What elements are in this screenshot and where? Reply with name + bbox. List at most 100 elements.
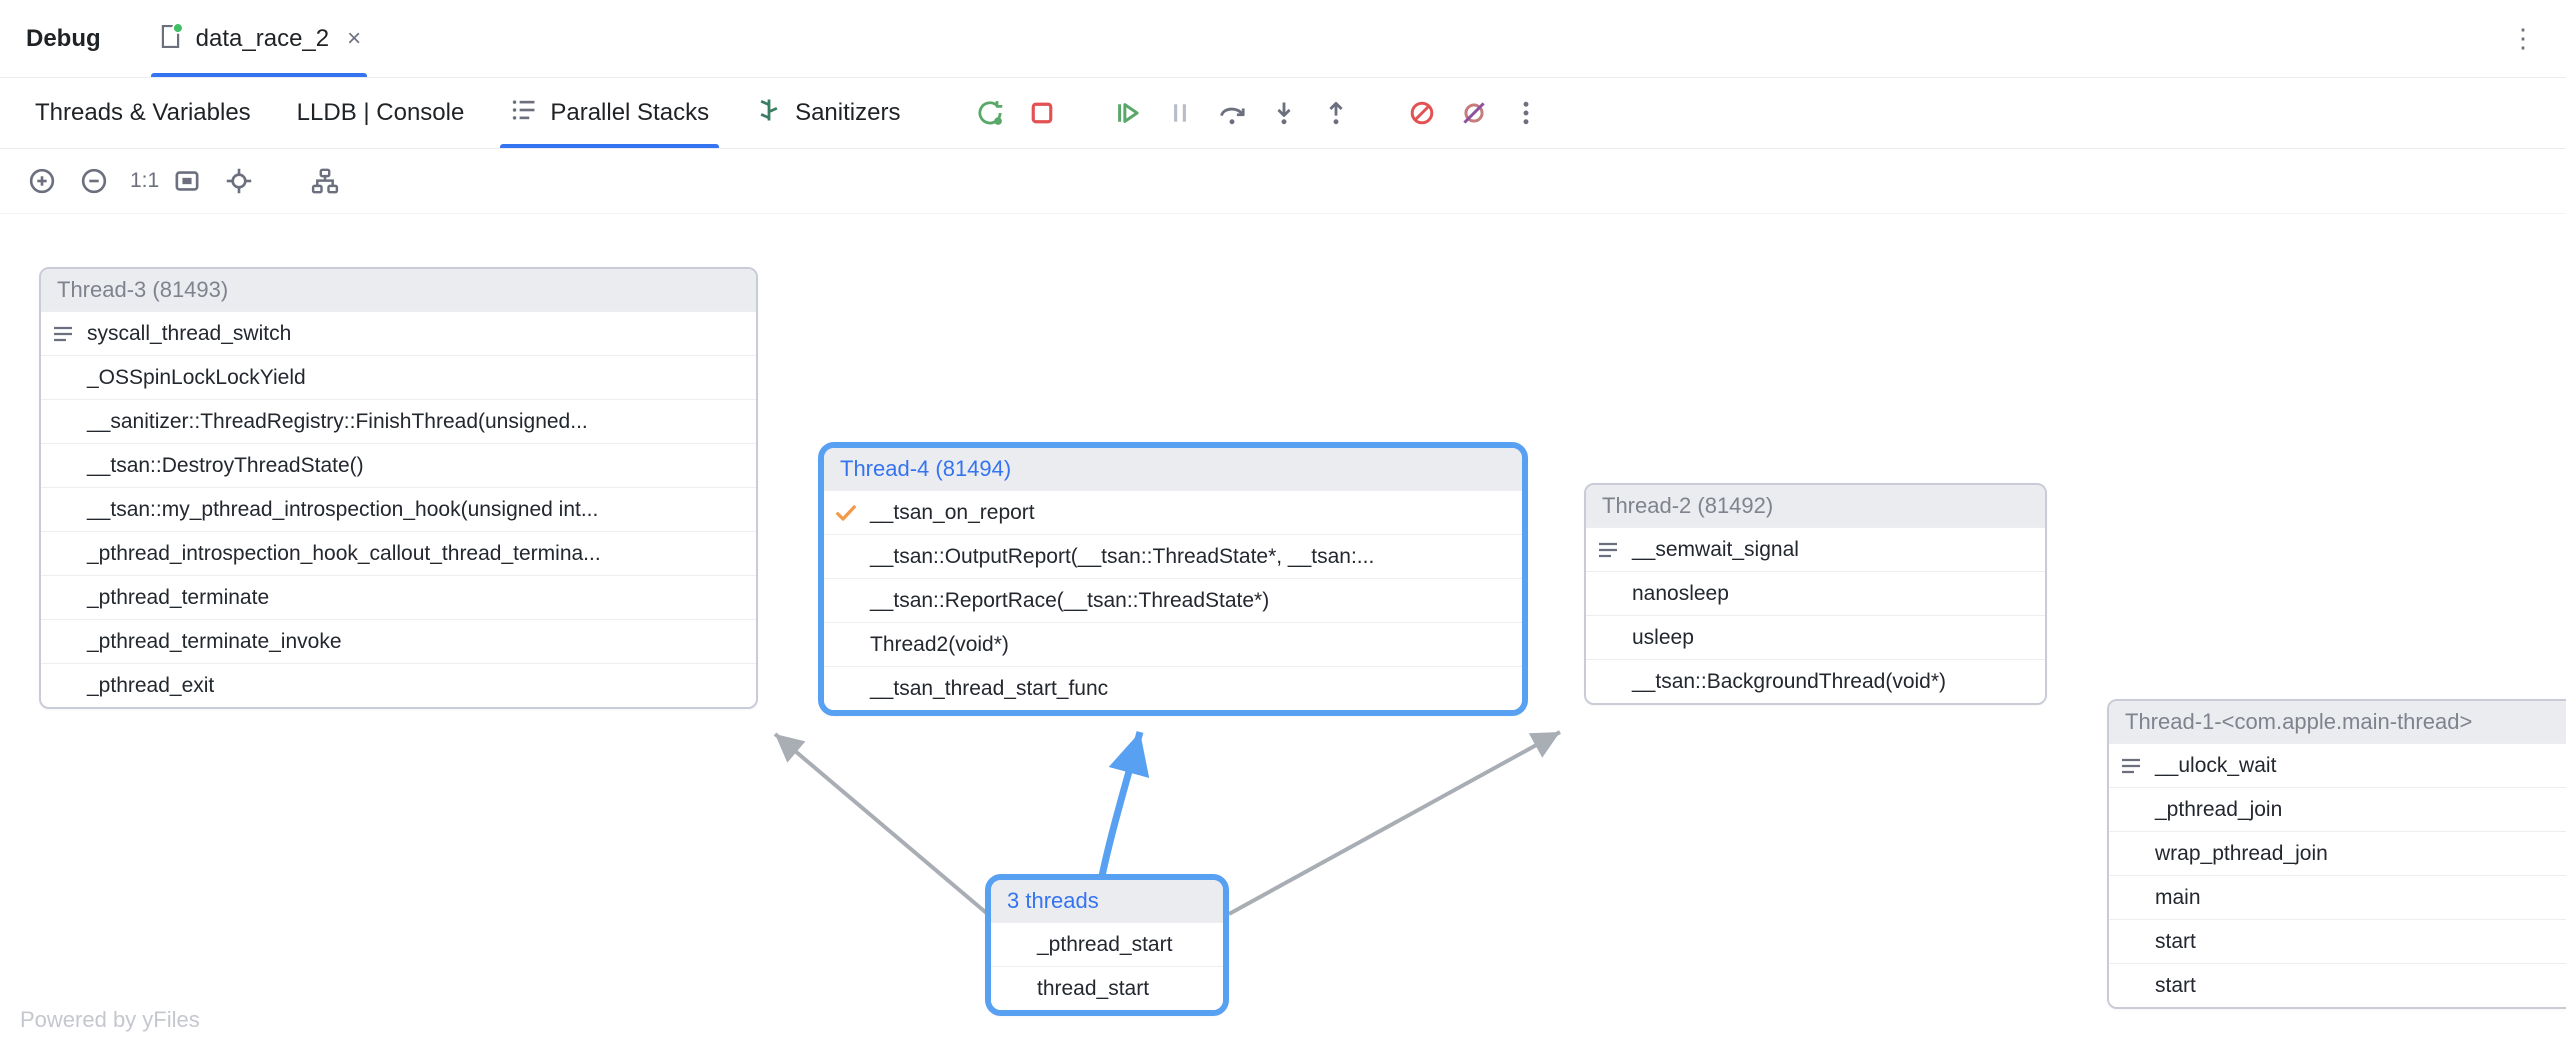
stack-frame[interactable]: __ulock_wait xyxy=(2109,743,2566,787)
frames-group-icon xyxy=(1596,538,1620,562)
rerun-button[interactable] xyxy=(968,91,1012,135)
frame-label: _pthread_terminate xyxy=(87,586,269,610)
threads-group-node[interactable]: 3 threads _pthread_start thread_start xyxy=(985,874,1229,1016)
pause-button[interactable] xyxy=(1158,91,1202,135)
stack-frame[interactable]: _pthread_join xyxy=(2109,787,2566,831)
stack-frame[interactable]: nanosleep xyxy=(1586,571,2045,615)
stack-frame[interactable]: __tsan_on_report xyxy=(824,490,1522,534)
stack-frame[interactable]: main xyxy=(2109,875,2566,919)
stack-frame[interactable]: _pthread_terminate xyxy=(41,575,756,619)
step-over-button[interactable] xyxy=(1210,91,1254,135)
thread-node-thread3[interactable]: Thread-3 (81493) syscall_thread_switch _… xyxy=(39,267,758,709)
stack-frame[interactable]: __sanitizer::ThreadRegistry::FinishThrea… xyxy=(41,399,756,443)
mute-breakpoints-button[interactable] xyxy=(1452,91,1496,135)
frame-label: __semwait_signal xyxy=(1632,538,1799,562)
resume-button[interactable] xyxy=(1106,91,1150,135)
debugger-tab-strip: Threads & Variables LLDB | Console Paral… xyxy=(0,78,2566,149)
thread-node-thread4[interactable]: Thread-4 (81494) __tsan_on_report __tsan… xyxy=(818,442,1528,716)
frames-group-icon xyxy=(51,322,75,346)
stack-frame[interactable]: __tsan::ReportRace(__tsan::ThreadState*) xyxy=(824,578,1522,622)
stack-frame[interactable]: syscall_thread_switch xyxy=(41,311,756,355)
tab-label: Parallel Stacks xyxy=(550,99,709,127)
parallel-stacks-icon xyxy=(510,96,538,131)
edge-threads-to-thread4 xyxy=(1102,732,1140,876)
thread-node-title: Thread-1-<com.apple.main-thread> xyxy=(2109,701,2566,743)
frame-label: Thread2(void*) xyxy=(870,633,1009,657)
tab-label: LLDB | Console xyxy=(297,99,465,127)
header-more-icon[interactable]: ⋮ xyxy=(2480,23,2566,54)
frame-label: _pthread_start xyxy=(1037,933,1172,957)
stack-frame[interactable]: wrap_pthread_join xyxy=(2109,831,2566,875)
frame-label: wrap_pthread_join xyxy=(2155,842,2328,866)
stack-frame[interactable]: __semwait_signal xyxy=(1586,527,2045,571)
stack-frame[interactable]: __tsan::OutputReport(__tsan::ThreadState… xyxy=(824,534,1522,578)
frame-label: _pthread_introspection_hook_callout_thre… xyxy=(87,542,601,566)
layout-graph-icon[interactable] xyxy=(303,159,347,203)
view-breakpoints-button[interactable] xyxy=(1400,91,1444,135)
parallel-stacks-canvas[interactable]: Thread-3 (81493) syscall_thread_switch _… xyxy=(0,214,2566,1045)
frame-label: main xyxy=(2155,886,2201,910)
threads-group-title: 3 threads xyxy=(991,880,1223,922)
stack-frame[interactable]: usleep xyxy=(1586,615,2045,659)
stack-frame[interactable]: _OSSpinLockLockYield xyxy=(41,355,756,399)
thread-node-title: Thread-3 (81493) xyxy=(41,269,756,311)
frame-label: __tsan::ReportRace(__tsan::ThreadState*) xyxy=(870,589,1269,613)
frame-label: __tsan_on_report xyxy=(870,501,1035,525)
toolwindow-title: Debug xyxy=(26,25,101,53)
frame-label: _pthread_exit xyxy=(87,674,214,698)
frame-label: syscall_thread_switch xyxy=(87,322,291,346)
stop-button[interactable] xyxy=(1020,91,1064,135)
tab-sanitizers[interactable]: Sanitizers xyxy=(743,78,912,148)
zoom-out-icon[interactable] xyxy=(72,159,116,203)
frame-label: nanosleep xyxy=(1632,582,1729,606)
step-out-button[interactable] xyxy=(1314,91,1358,135)
file-icon xyxy=(157,23,184,55)
edge-threads-to-thread3 xyxy=(775,734,990,916)
fit-content-icon[interactable] xyxy=(165,159,209,203)
stack-frame[interactable]: _pthread_terminate_invoke xyxy=(41,619,756,663)
frame-label: _pthread_terminate_invoke xyxy=(87,630,342,654)
thread-node-thread1[interactable]: Thread-1-<com.apple.main-thread> __ulock… xyxy=(2107,699,2566,1009)
center-graph-icon[interactable] xyxy=(217,159,261,203)
stack-frame[interactable]: _pthread_introspection_hook_callout_thre… xyxy=(41,531,756,575)
zoom-in-icon[interactable] xyxy=(20,159,64,203)
stack-frame[interactable]: Thread2(void*) xyxy=(824,622,1522,666)
stack-frame[interactable]: _pthread_exit xyxy=(41,663,756,707)
tab-label: Threads & Variables xyxy=(35,99,251,127)
tab-threads-variables[interactable]: Threads & Variables xyxy=(23,78,263,148)
powered-by-yfiles-label: Powered by yFiles xyxy=(20,1007,200,1033)
frame-label: __tsan_thread_start_func xyxy=(870,677,1108,701)
stack-frame[interactable]: start xyxy=(2109,963,2566,1007)
current-frame-check-icon xyxy=(834,501,858,525)
frame-label: __tsan::OutputReport(__tsan::ThreadState… xyxy=(870,545,1374,569)
debug-toolwindow-header: Debug data_race_2 × ⋮ xyxy=(0,0,2566,78)
frame-label: __tsan::DestroyThreadState() xyxy=(87,454,364,478)
frame-label: thread_start xyxy=(1037,977,1149,1001)
thread-node-title: Thread-4 (81494) xyxy=(824,448,1522,490)
tab-lldb-console[interactable]: LLDB | Console xyxy=(285,78,477,148)
debug-session-tab[interactable]: data_race_2 × xyxy=(147,0,371,77)
stack-frame[interactable]: __tsan::BackgroundThread(void*) xyxy=(1586,659,2045,703)
frame-label: __tsan::my_pthread_introspection_hook(un… xyxy=(87,498,598,522)
frame-label: _OSSpinLockLockYield xyxy=(87,366,306,390)
frame-label: _pthread_join xyxy=(2155,798,2282,822)
frame-label: start xyxy=(2155,930,2196,954)
thread-node-thread2[interactable]: Thread-2 (81492) __semwait_signal nanosl… xyxy=(1584,483,2047,705)
stack-frame[interactable]: __tsan_thread_start_func xyxy=(824,666,1522,710)
graph-toolbar: 1:1 xyxy=(0,149,2566,214)
frame-label: usleep xyxy=(1632,626,1694,650)
toolbar-more-icon[interactable] xyxy=(1504,91,1548,135)
zoom-actual-size[interactable]: 1:1 xyxy=(124,169,165,193)
stack-frame[interactable]: start xyxy=(2109,919,2566,963)
frame-label: start xyxy=(2155,974,2196,998)
tab-label: Sanitizers xyxy=(795,99,900,127)
sanitizers-icon xyxy=(755,96,783,131)
stack-frame[interactable]: __tsan::DestroyThreadState() xyxy=(41,443,756,487)
thread-node-title: Thread-2 (81492) xyxy=(1586,485,2045,527)
close-icon[interactable]: × xyxy=(347,25,361,53)
step-into-button[interactable] xyxy=(1262,91,1306,135)
tab-parallel-stacks[interactable]: Parallel Stacks xyxy=(498,78,721,148)
stack-frame[interactable]: thread_start xyxy=(991,966,1223,1010)
stack-frame[interactable]: _pthread_start xyxy=(991,922,1223,966)
stack-frame[interactable]: __tsan::my_pthread_introspection_hook(un… xyxy=(41,487,756,531)
